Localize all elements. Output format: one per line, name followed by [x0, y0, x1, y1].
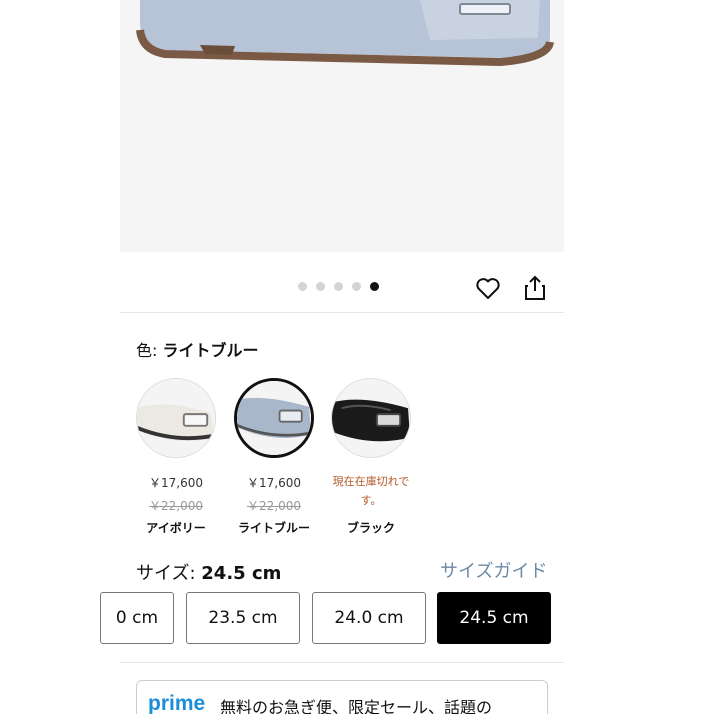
out-of-stock-notice: 現在在庫切れで す。: [321, 472, 421, 510]
carousel-dot-active[interactable]: [370, 282, 379, 291]
option-price: ￥17,600: [247, 476, 301, 490]
favorite-button[interactable]: [473, 274, 503, 304]
share-button[interactable]: [520, 273, 550, 303]
color-label: 色: ライトブルー: [136, 337, 259, 361]
carousel-dots[interactable]: [298, 282, 379, 291]
color-swatch-ivory[interactable]: [136, 378, 216, 458]
size-option[interactable]: 23.5 cm: [186, 592, 300, 644]
selected-color-name: ライトブルー: [162, 341, 259, 360]
color-swatch-black[interactable]: [331, 378, 411, 458]
heart-icon: [476, 278, 500, 299]
divider: [120, 312, 564, 313]
size-option[interactable]: 24.0 cm: [312, 592, 426, 644]
share-icon: [525, 275, 545, 300]
out-of-stock-line: す。: [360, 494, 382, 507]
size-label: サイズ: 24.5 cm: [136, 559, 281, 585]
option-name: ブラック: [346, 521, 395, 535]
divider: [120, 662, 564, 663]
size-option-selected[interactable]: 24.5 cm: [437, 592, 551, 644]
size-option[interactable]: 0 cm: [100, 592, 174, 644]
carousel-dot[interactable]: [316, 282, 325, 291]
size-guide-link[interactable]: サイズガイド: [440, 557, 547, 583]
product-image[interactable]: [120, 0, 564, 252]
out-of-stock-line: 現在在庫切れで: [332, 475, 410, 488]
size-label-prefix: サイズ:: [136, 563, 196, 584]
prime-logo: prime: [148, 692, 206, 714]
color-swatch-lightblue[interactable]: [234, 378, 314, 458]
carousel-dot[interactable]: [334, 282, 343, 291]
carousel-dot[interactable]: [298, 282, 307, 291]
prime-text: 無料のお急ぎ便、限定セール、話題の: [220, 698, 493, 714]
color-label-prefix: 色:: [136, 341, 158, 360]
selected-size: 24.5 cm: [201, 563, 282, 584]
carousel-dot[interactable]: [352, 282, 361, 291]
option-list-price: ￥22,000: [247, 499, 301, 513]
